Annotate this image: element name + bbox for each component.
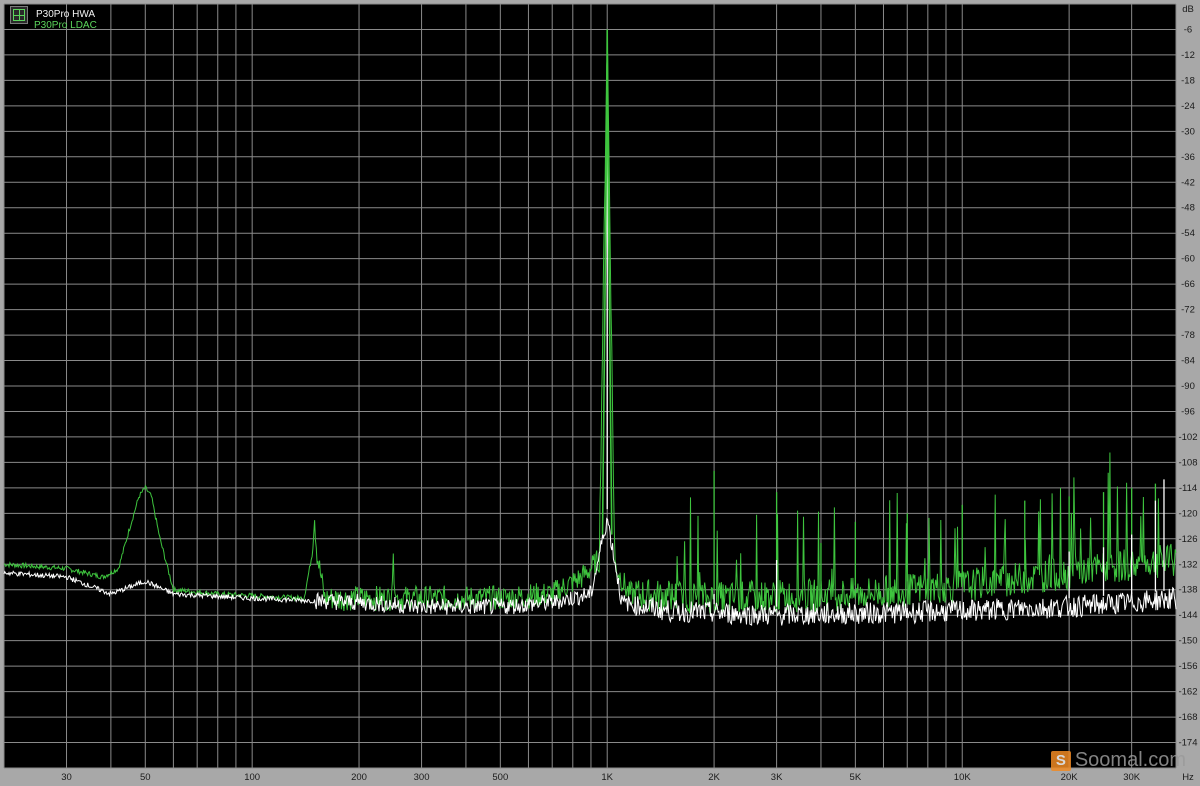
y-tick-label: -30 — [1181, 126, 1195, 137]
legend-entry-ldac: P30Pro LDAC — [34, 20, 97, 32]
x-tick-label: 300 — [414, 772, 430, 783]
y-tick-label: -54 — [1181, 228, 1195, 239]
y-tick-label: -60 — [1181, 254, 1195, 265]
x-tick-label: 10K — [954, 772, 972, 783]
x-tick-label: 1K — [601, 772, 613, 783]
soomal-logo-icon: S — [1050, 750, 1071, 771]
x-tick-label: 500 — [492, 772, 508, 783]
y-tick-label: -36 — [1181, 152, 1195, 163]
y-tick-label: -12 — [1181, 50, 1195, 61]
x-tick-label: 3K — [771, 772, 783, 783]
x-tick-label: 2K — [708, 772, 720, 783]
x-tick-label: 20K — [1061, 772, 1079, 783]
x-tick-label: 200 — [351, 772, 367, 783]
chart-grid-icon — [10, 6, 28, 24]
y-tick-label: -138 — [1178, 585, 1197, 596]
watermark: S Soomal.com — [1050, 749, 1186, 772]
y-tick-label: -66 — [1181, 279, 1195, 290]
y-tick-label: -108 — [1178, 457, 1197, 468]
legend: P30Pro HWA P30Pro LDAC — [10, 6, 97, 32]
y-tick-label: -120 — [1178, 508, 1197, 519]
y-tick-label: -96 — [1181, 406, 1195, 417]
x-tick-label: 30K — [1123, 772, 1141, 783]
y-tick-label: -150 — [1178, 636, 1197, 647]
y-tick-label: -24 — [1181, 101, 1195, 112]
y-tick-label: -168 — [1178, 712, 1197, 723]
y-tick-label: -102 — [1178, 432, 1197, 443]
y-tick-label: -18 — [1181, 75, 1195, 86]
x-axis-label: Hz — [1182, 772, 1194, 783]
y-tick-label: -144 — [1178, 610, 1197, 621]
y-tick-label: -132 — [1178, 559, 1197, 570]
y-tick-label: -174 — [1178, 738, 1197, 749]
y-tick-label: -6 — [1184, 24, 1192, 35]
y-tick-label: -90 — [1181, 381, 1195, 392]
y-axis-label: dB — [1182, 4, 1194, 15]
x-tick-label: 100 — [244, 772, 260, 783]
spectrum-window: -6 -12 -18 -24 -30 -36 -42 -48 -54 -60 -66 -72 -78 -8… — [0, 0, 1200, 786]
x-tick-label: 5K — [850, 772, 862, 783]
y-tick-label: -78 — [1181, 330, 1195, 341]
x-tick-label: 50 — [140, 772, 151, 783]
y-tick-label: -72 — [1181, 305, 1195, 316]
y-tick-label: -126 — [1178, 534, 1197, 545]
y-tick-label: -156 — [1178, 661, 1197, 672]
y-tick-label: -114 — [1179, 483, 1197, 494]
y-tick-label: -48 — [1181, 203, 1195, 214]
x-tick-label: 30 — [61, 772, 72, 783]
y-tick-label: -84 — [1181, 356, 1195, 367]
watermark-text: Soomal.com — [1074, 749, 1186, 771]
y-tick-label: -162 — [1178, 687, 1197, 698]
spectrum-chart: -6 -12 -18 -24 -30 -36 -42 -48 -54 -60 -66 -72 -78 -8… — [3, 3, 1198, 783]
y-tick-label: -42 — [1181, 177, 1195, 188]
legend-label-ldac: P30Pro LDAC — [34, 20, 97, 31]
